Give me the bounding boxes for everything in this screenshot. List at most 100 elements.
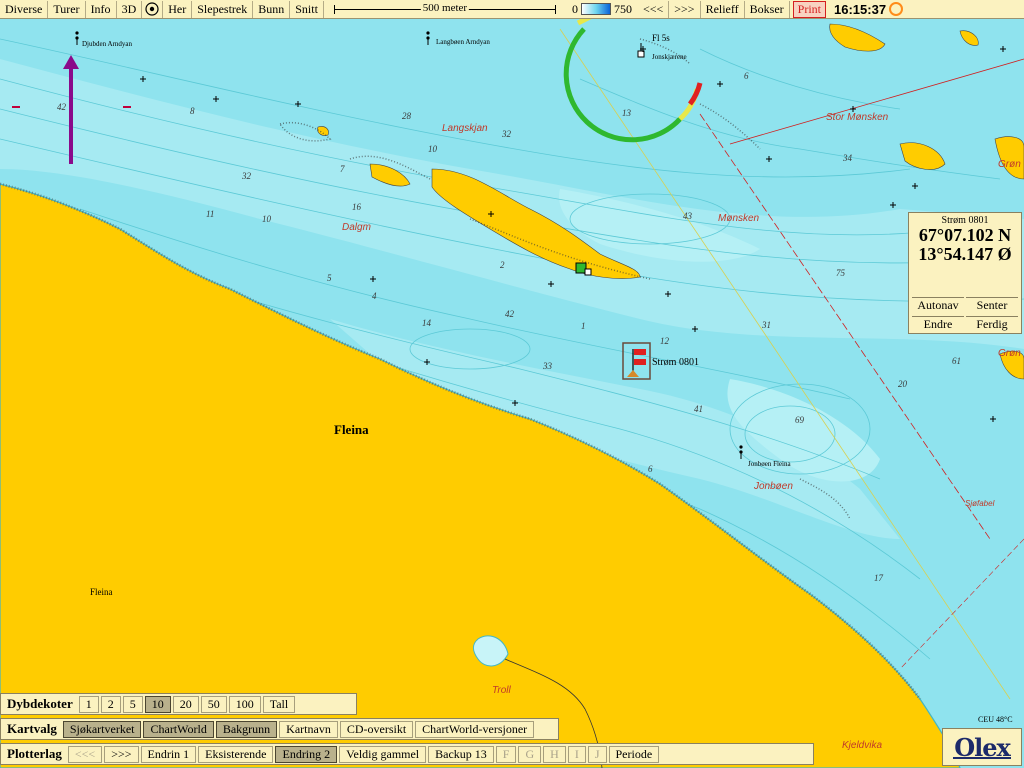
depth-gradient <box>580 3 611 15</box>
kartvalg-option[interactable]: CD-oversikt <box>339 720 414 738</box>
ferdig-button[interactable]: Ferdig <box>966 316 1018 332</box>
depth-sounding: 4 <box>372 291 377 301</box>
place-stor-monsken: Stor Mønsken <box>826 112 889 123</box>
depth-min: 0 <box>571 1 578 16</box>
plotterlag-option[interactable]: >>> <box>104 745 139 763</box>
latitude: 67°07.102 N <box>918 225 1012 245</box>
kartvalg-title: Kartvalg <box>7 721 57 736</box>
minus-marker <box>12 106 20 108</box>
depth-sounding: 17 <box>874 573 883 583</box>
history-back-button[interactable]: <<< <box>638 0 670 18</box>
position-panel: Strøm 0801 67°07.102 N 13°54.147 Ø Auton… <box>908 212 1022 334</box>
menu-bunn[interactable]: Bunn <box>253 0 291 18</box>
depth-sounding: 69 <box>795 415 804 425</box>
buoy-label-jonskjaerene: Jonskjærene <box>652 53 687 61</box>
plotterlag-option[interactable]: F <box>495 745 517 763</box>
chart-canvas[interactable] <box>0 14 1024 768</box>
buoy-label-jonboen-fleina: Jonbøen Fleina <box>748 460 791 468</box>
place-monsken: Mønsken <box>718 213 760 224</box>
history-forward-button[interactable]: >>> <box>669 0 701 18</box>
chart-map[interactable]: Fleina Fleina Strøm 0801 Fl 5s Langskjan… <box>0 14 1024 768</box>
print-button[interactable]: Print <box>792 0 827 18</box>
dybdekoter-option[interactable]: 100 <box>228 695 261 713</box>
depth-sounding: 6 <box>648 464 653 474</box>
endre-button[interactable]: Endre <box>912 316 964 332</box>
depth-sounding: 43 <box>683 211 692 221</box>
menu-info[interactable]: Info <box>86 0 117 18</box>
buoy-label-djubden: Djubden Arndyan <box>82 40 132 48</box>
kartvalg-option[interactable]: Sjøkartverket <box>62 720 142 738</box>
place-kjeldvika: Kjeldvika <box>842 740 883 751</box>
place-gron-2: Grøn <box>998 348 1021 359</box>
current-marker-label: Strøm 0801 <box>652 357 699 368</box>
target-icon-button[interactable] <box>142 0 164 18</box>
plotterlag-option[interactable]: J <box>587 745 607 763</box>
depth-sounding: 11 <box>206 209 215 219</box>
plotterlag-option[interactable]: Periode <box>608 745 660 763</box>
depth-sounding: 5 <box>327 273 332 283</box>
place-troll: Troll <box>492 685 511 696</box>
menu-turer[interactable]: Turer <box>48 0 86 18</box>
place-dalgm: Dalgm <box>342 222 371 233</box>
depth-sounding: 10 <box>262 214 271 224</box>
plotterlag-option[interactable]: <<< <box>67 745 103 763</box>
top-toolbar: Diverse Turer Info 3D Her Slepestrek Bun… <box>0 0 1024 19</box>
plotterlag-option[interactable]: I <box>567 745 586 763</box>
dybdekoter-option[interactable]: Tall <box>262 695 296 713</box>
depth-sounding: 7 <box>340 164 345 174</box>
autonav-button[interactable]: Autonav <box>912 297 964 313</box>
depth-sounding: 10 <box>428 144 437 154</box>
plotterlag-option[interactable]: Eksisterende <box>198 745 274 763</box>
menu-her[interactable]: Her <box>163 0 193 18</box>
plotterlag-option[interactable]: Veldig gammel <box>339 745 427 763</box>
buoy-label-langboen: Langbøen Arndyan <box>436 38 490 46</box>
bokser-button[interactable]: Bokser <box>745 0 790 18</box>
depth-sounding: 41 <box>694 404 703 414</box>
plotterlag-option[interactable]: Endring 2 <box>275 745 338 763</box>
plotterlag-panel: Plotterlag <<< >>> Endrin 1 Eksisterende End… <box>0 743 814 765</box>
scale-bar: 500 meter <box>330 1 560 18</box>
plotterlag-option[interactable]: Backup 13 <box>428 745 494 763</box>
depth-sounding: 13 <box>622 108 631 118</box>
depth-sounding: 6 <box>744 71 749 81</box>
scale-label: 500 meter <box>420 1 470 14</box>
depth-sounding: 42 <box>505 309 514 319</box>
dybdekoter-option[interactable]: 1 <box>78 695 99 713</box>
depth-max: 750 <box>613 1 632 16</box>
menu-3d[interactable]: 3D <box>117 0 143 18</box>
relieff-button[interactable]: Relieff <box>701 0 745 18</box>
depth-sounding: 12 <box>660 336 669 346</box>
depth-sounding: 32 <box>502 129 511 139</box>
land-label-fleina: Fleina <box>334 422 369 437</box>
depth-sounding: 1 <box>581 321 586 331</box>
depth-sounding: 42 <box>57 102 66 112</box>
depth-sounding: 20 <box>898 379 907 389</box>
menu-diverse[interactable]: Diverse <box>0 0 49 18</box>
kartvalg-option[interactable]: ChartWorld-versjoner <box>415 720 535 738</box>
place-sjofabel: Sjøfabel <box>965 499 995 508</box>
dybdekoter-option[interactable]: 50 <box>200 695 227 713</box>
plotterlag-option[interactable]: H <box>543 745 566 763</box>
depth-sounding: 34 <box>843 153 852 163</box>
plotterlag-option[interactable]: Endrin 1 <box>140 745 197 763</box>
minus-marker-2 <box>123 106 131 108</box>
menu-snitt[interactable]: Snitt <box>290 0 324 18</box>
kartvalg-option[interactable]: Bakgrunn <box>215 720 278 738</box>
depth-sounding: 31 <box>762 320 771 330</box>
land-label-fleina-small: Fleina <box>90 587 113 597</box>
place-gron-1: Grøn <box>998 159 1021 170</box>
sun-icon[interactable] <box>889 2 904 16</box>
kartvalg-option[interactable]: ChartWorld <box>143 720 214 738</box>
senter-button[interactable]: Senter <box>966 297 1018 313</box>
kartvalg-option[interactable]: Kartnavn <box>279 720 338 738</box>
plotterlag-option[interactable]: G <box>518 745 542 763</box>
depth-color-scale[interactable]: 0 750 <box>566 2 638 17</box>
longitude: 13°54.147 Ø <box>918 244 1012 264</box>
dybdekoter-panel: Dybdekoter 1 2 5 10 20 50 100 Tall <box>0 693 357 715</box>
dybdekoter-option[interactable]: 20 <box>172 695 199 713</box>
menu-slepestrek[interactable]: Slepestrek <box>192 0 254 18</box>
olex-logo: Olex <box>942 728 1022 766</box>
dybdekoter-option[interactable]: 2 <box>100 695 121 713</box>
dybdekoter-option[interactable]: 5 <box>122 695 143 713</box>
dybdekoter-option[interactable]: 10 <box>144 695 171 713</box>
